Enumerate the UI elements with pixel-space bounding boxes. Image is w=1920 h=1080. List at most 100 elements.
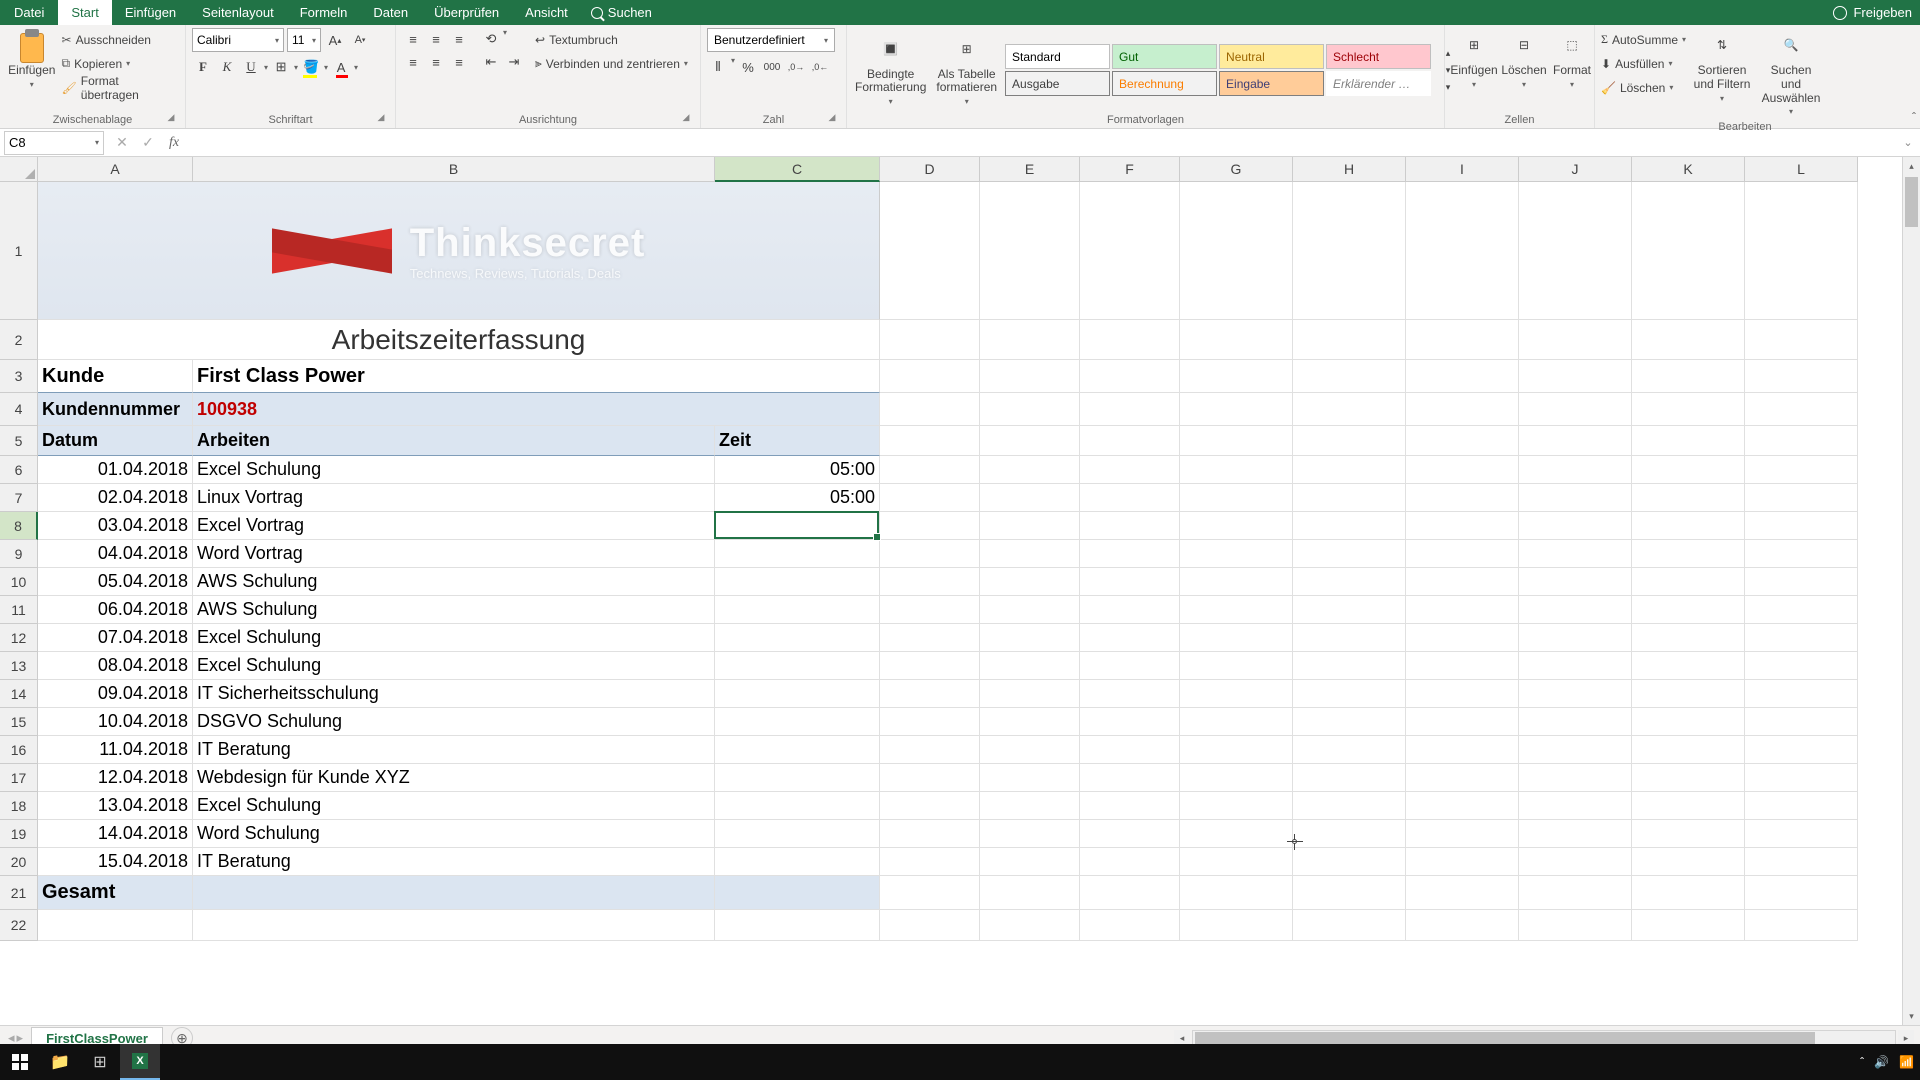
cell-datum-15[interactable]: 10.04.2018 [38, 708, 193, 736]
cell-E19[interactable] [980, 820, 1080, 848]
cell-I13[interactable] [1406, 652, 1519, 680]
cell-arbeiten-16[interactable]: IT Beratung [193, 736, 715, 764]
cell-arbeiten-7[interactable]: Linux Vortrag [193, 484, 715, 512]
cell-E18[interactable] [980, 792, 1080, 820]
cell-datum-9[interactable]: 04.04.2018 [38, 540, 193, 568]
cell-F6[interactable] [1080, 456, 1180, 484]
cell-zeit-8[interactable] [715, 512, 880, 540]
cell-J19[interactable] [1519, 820, 1632, 848]
decrease-decimal-button[interactable]: ,0← [809, 56, 831, 78]
cell-K13[interactable] [1632, 652, 1745, 680]
cell-E12[interactable] [980, 624, 1080, 652]
cell-J2[interactable] [1519, 320, 1632, 360]
decrease-font-button[interactable]: A▾ [349, 29, 371, 51]
cell-J12[interactable] [1519, 624, 1632, 652]
cell-zeit-15[interactable] [715, 708, 880, 736]
cell-D10[interactable] [880, 568, 980, 596]
cell-J4[interactable] [1519, 393, 1632, 426]
cell-L16[interactable] [1745, 736, 1858, 764]
cell-zeit-6[interactable]: 05:00 [715, 456, 880, 484]
cell-G3[interactable] [1180, 360, 1293, 393]
row-header-13[interactable]: 13 [0, 652, 38, 680]
number-launcher[interactable]: ◢ [826, 112, 838, 124]
cell-J10[interactable] [1519, 568, 1632, 596]
cell-G17[interactable] [1180, 764, 1293, 792]
cell-H8[interactable] [1293, 512, 1406, 540]
font-name-select[interactable]: Calibri▾ [192, 28, 284, 52]
cell-F14[interactable] [1080, 680, 1180, 708]
logo-cell[interactable]: ThinksecretTechnews, Reviews, Tutorials,… [38, 182, 880, 320]
cell-G2[interactable] [1180, 320, 1293, 360]
tray-network-icon[interactable]: 📶 [1899, 1055, 1914, 1069]
cell-E22[interactable] [980, 910, 1080, 941]
cell-K6[interactable] [1632, 456, 1745, 484]
row-header-10[interactable]: 10 [0, 568, 38, 596]
format-painter-button[interactable]: 🖌Format übertragen [62, 76, 179, 99]
cell-J21[interactable] [1519, 876, 1632, 910]
col-header-K[interactable]: K [1632, 157, 1745, 182]
cell-I15[interactable] [1406, 708, 1519, 736]
tray-chevron-icon[interactable]: ˆ [1860, 1055, 1864, 1069]
cell-H19[interactable] [1293, 820, 1406, 848]
cell-H9[interactable] [1293, 540, 1406, 568]
cell-D7[interactable] [880, 484, 980, 512]
cell-G8[interactable] [1180, 512, 1293, 540]
collapse-ribbon-button[interactable]: ˆ [1912, 110, 1916, 124]
cell-datum-16[interactable]: 11.04.2018 [38, 736, 193, 764]
find-select-button[interactable]: 🔍Suchen und Auswählen▾ [1758, 28, 1824, 119]
cell-arbeiten-15[interactable]: DSGVO Schulung [193, 708, 715, 736]
cell-J20[interactable] [1519, 848, 1632, 876]
increase-font-button[interactable]: A▴ [324, 29, 346, 51]
cell-I1[interactable] [1406, 182, 1519, 320]
cell-H13[interactable] [1293, 652, 1406, 680]
insert-cells-button[interactable]: ⊞Einfügen▾ [1451, 28, 1497, 91]
cell-E4[interactable] [980, 393, 1080, 426]
header-zeit[interactable]: Zeit [715, 426, 880, 456]
cell-zeit-7[interactable]: 05:00 [715, 484, 880, 512]
cell-G11[interactable] [1180, 596, 1293, 624]
cell-G21[interactable] [1180, 876, 1293, 910]
cell-G18[interactable] [1180, 792, 1293, 820]
cell-L4[interactable] [1745, 393, 1858, 426]
cell-J11[interactable] [1519, 596, 1632, 624]
cell-E2[interactable] [980, 320, 1080, 360]
row-header-21[interactable]: 21 [0, 876, 38, 910]
cell-E17[interactable] [980, 764, 1080, 792]
cell-J6[interactable] [1519, 456, 1632, 484]
cell-G9[interactable] [1180, 540, 1293, 568]
cell-D13[interactable] [880, 652, 980, 680]
cell-L17[interactable] [1745, 764, 1858, 792]
cell-K22[interactable] [1632, 910, 1745, 941]
cell-D12[interactable] [880, 624, 980, 652]
cell-K10[interactable] [1632, 568, 1745, 596]
cell-G13[interactable] [1180, 652, 1293, 680]
cell-zeit-17[interactable] [715, 764, 880, 792]
kundennr-label-cell[interactable]: Kundennummer [38, 393, 193, 426]
cell-H15[interactable] [1293, 708, 1406, 736]
excel-taskbar[interactable]: X [120, 1044, 160, 1080]
cell-K14[interactable] [1632, 680, 1745, 708]
format-as-table-button[interactable]: ⊞ Als Tabelle formatieren▾ [934, 32, 999, 109]
cell-H14[interactable] [1293, 680, 1406, 708]
cell-D11[interactable] [880, 596, 980, 624]
hscroll-thumb[interactable] [1195, 1032, 1815, 1044]
tab-einfügen[interactable]: Einfügen [112, 0, 189, 25]
kunde-label-cell[interactable]: Kunde [38, 360, 193, 393]
cell-datum-20[interactable]: 15.04.2018 [38, 848, 193, 876]
cell-K11[interactable] [1632, 596, 1745, 624]
alignment-launcher[interactable]: ◢ [680, 112, 692, 124]
cell-K17[interactable] [1632, 764, 1745, 792]
cell-D17[interactable] [880, 764, 980, 792]
cell-J17[interactable] [1519, 764, 1632, 792]
gesamt-label-cell[interactable]: Gesamt [38, 876, 193, 910]
tab-start[interactable]: Start [58, 0, 111, 25]
cell-I4[interactable] [1406, 393, 1519, 426]
cell-arbeiten-6[interactable]: Excel Schulung [193, 456, 715, 484]
cell-zeit-9[interactable] [715, 540, 880, 568]
cell-I10[interactable] [1406, 568, 1519, 596]
cell-F22[interactable] [1080, 910, 1180, 941]
cell-K16[interactable] [1632, 736, 1745, 764]
cell-E9[interactable] [980, 540, 1080, 568]
fill-color-button[interactable]: 🪣 [300, 56, 322, 78]
cell-datum-18[interactable]: 13.04.2018 [38, 792, 193, 820]
